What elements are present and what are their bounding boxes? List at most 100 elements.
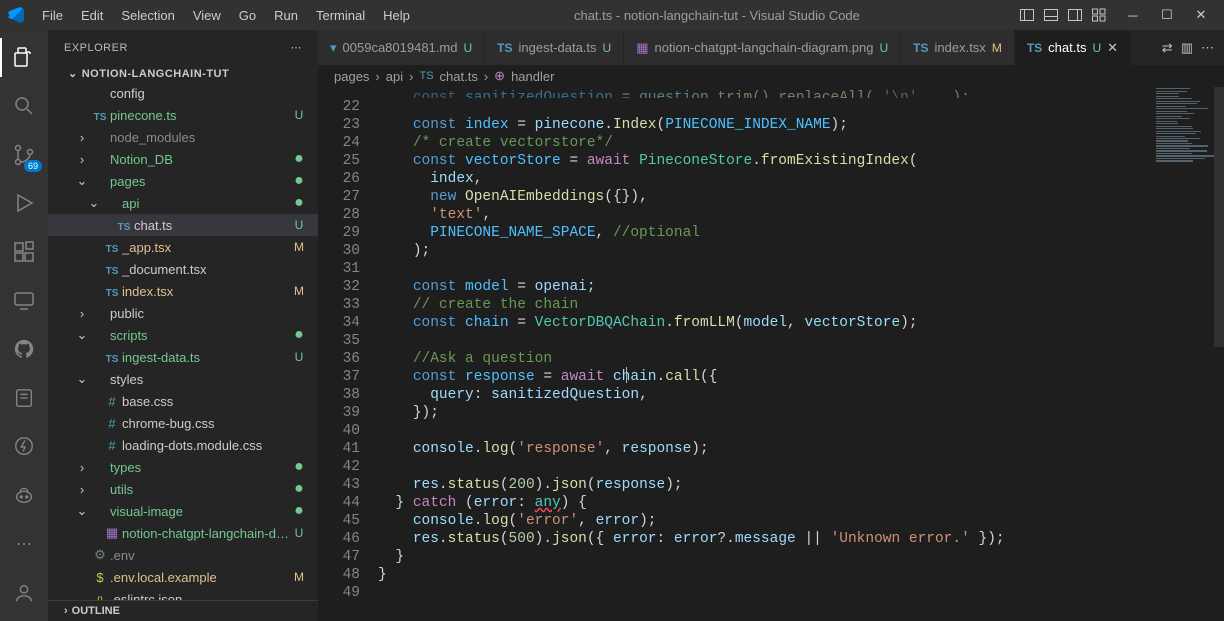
image-icon: ▦ xyxy=(636,40,648,56)
account-icon[interactable] xyxy=(0,573,48,613)
sidebar-title: EXPLORER xyxy=(64,42,128,54)
breadcrumb-part[interactable]: api xyxy=(386,69,403,84)
menu-item-run[interactable]: Run xyxy=(266,4,306,27)
tree-item-label: ingest-data.ts xyxy=(122,350,290,365)
git-status: U xyxy=(290,108,308,122)
close-button[interactable]: ✕ xyxy=(1186,3,1216,27)
ts-icon: TS xyxy=(419,70,433,82)
code-editor[interactable]: 2223242526272829303132333435363738394041… xyxy=(318,87,1224,621)
menu-item-view[interactable]: View xyxy=(185,4,229,27)
tree-item-label: _app.tsx xyxy=(122,240,290,255)
menu-item-selection[interactable]: Selection xyxy=(113,4,182,27)
explorer-icon[interactable] xyxy=(0,38,48,77)
tree-item-label: scripts xyxy=(110,328,290,343)
remote-explorer-icon[interactable] xyxy=(0,281,48,320)
breadcrumb[interactable]: pages › api › TS chat.ts › ⊕ handler xyxy=(318,65,1224,87)
sidebar-more-icon[interactable]: ⋯ xyxy=(291,41,303,54)
main-menu: FileEditSelectionViewGoRunTerminalHelp xyxy=(34,4,418,27)
source-control-icon[interactable]: 69 xyxy=(0,135,48,174)
breadcrumb-part[interactable]: chat.ts xyxy=(440,69,478,84)
tree-item-label: config xyxy=(110,86,290,101)
vertical-scrollbar[interactable] xyxy=(1214,87,1224,347)
tree-item[interactable]: ›types● xyxy=(48,456,318,478)
tree-item[interactable]: #base.css xyxy=(48,390,318,412)
tab-label: chat.ts xyxy=(1048,40,1086,55)
tree-item[interactable]: {}.eslintrc.json xyxy=(48,588,318,600)
run-debug-icon[interactable] xyxy=(0,184,48,223)
file-icon: ▦ xyxy=(102,525,122,541)
tree-item-label: .eslintrc.json xyxy=(110,592,290,601)
split-editor-icon[interactable]: ▥ xyxy=(1181,40,1193,56)
tree-item[interactable]: TSindex.tsxM xyxy=(48,280,318,302)
compare-icon[interactable]: ⇄ xyxy=(1162,40,1173,56)
editor-tab[interactable]: ▦notion-chatgpt-langchain-diagram.pngU xyxy=(624,30,901,65)
tree-item[interactable]: ⌄pages● xyxy=(48,170,318,192)
menu-item-terminal[interactable]: Terminal xyxy=(308,4,373,27)
maximize-button[interactable]: ☐ xyxy=(1152,3,1182,27)
editor-tab[interactable]: TSindex.tsxM xyxy=(901,30,1015,65)
toggle-primary-sidebar-icon[interactable] xyxy=(1016,5,1038,25)
breadcrumb-part[interactable]: pages xyxy=(334,69,369,84)
menu-item-help[interactable]: Help xyxy=(375,4,418,27)
git-status: U xyxy=(290,350,308,364)
github-icon[interactable] xyxy=(0,330,48,369)
tree-item[interactable]: TSchat.tsU xyxy=(48,214,318,236)
editor-tab[interactable]: TSingest-data.tsU xyxy=(485,30,624,65)
customize-layout-icon[interactable] xyxy=(1088,5,1110,25)
tree-item[interactable]: ›node_modules xyxy=(48,126,318,148)
breadcrumb-symbol[interactable]: handler xyxy=(511,69,554,84)
code-content[interactable]: const sanitizedQuestion = question.trim(… xyxy=(378,87,1224,621)
toggle-secondary-sidebar-icon[interactable] xyxy=(1064,5,1086,25)
menu-item-go[interactable]: Go xyxy=(231,4,264,27)
menu-item-file[interactable]: File xyxy=(34,4,71,27)
tree-item[interactable]: #loading-dots.module.css xyxy=(48,434,318,456)
more-icon[interactable]: ⋯ xyxy=(0,524,48,563)
line-gutter: 2223242526272829303132333435363738394041… xyxy=(318,87,378,621)
project-name: NOTION-LANGCHAIN-TUT xyxy=(82,68,229,80)
tree-item-label: node_modules xyxy=(110,130,290,145)
chevron-icon: › xyxy=(74,306,90,321)
thunder-icon[interactable] xyxy=(0,427,48,466)
tree-item[interactable]: ›utils● xyxy=(48,478,318,500)
tab-git-status: U xyxy=(603,41,612,55)
close-tab-icon[interactable]: ✕ xyxy=(1107,40,1118,56)
project-icon[interactable] xyxy=(0,378,48,417)
file-tree: configTSpinecone.tsU›node_modules›Notion… xyxy=(48,82,318,600)
tree-item[interactable]: $.env.local.exampleM xyxy=(48,566,318,588)
editor-tab[interactable]: TSchat.tsU✕ xyxy=(1015,30,1131,65)
tree-item[interactable]: TS_document.tsx xyxy=(48,258,318,280)
text-cursor xyxy=(626,367,627,383)
search-icon[interactable] xyxy=(0,87,48,126)
tree-item[interactable]: ▦notion-chatgpt-langchain-diagram....U xyxy=(48,522,318,544)
titlebar: FileEditSelectionViewGoRunTerminalHelp c… xyxy=(0,0,1224,30)
chevron-icon: › xyxy=(74,152,90,167)
menu-item-edit[interactable]: Edit xyxy=(73,4,111,27)
tree-item[interactable]: TSingest-data.tsU xyxy=(48,346,318,368)
copilot-icon[interactable] xyxy=(0,476,48,515)
extensions-icon[interactable] xyxy=(0,233,48,272)
ts-icon: TS xyxy=(1027,41,1042,55)
tree-item[interactable]: ⌄styles xyxy=(48,368,318,390)
tree-item[interactable]: ⚙.env xyxy=(48,544,318,566)
minimap[interactable] xyxy=(1152,87,1214,187)
tree-item[interactable]: config xyxy=(48,82,318,104)
activity-bar: 69 ⋯ xyxy=(0,30,48,621)
toggle-panel-icon[interactable] xyxy=(1040,5,1062,25)
tree-item[interactable]: ⌄scripts● xyxy=(48,324,318,346)
minimize-button[interactable]: ─ xyxy=(1118,3,1148,27)
tree-item[interactable]: ⌄visual-image● xyxy=(48,500,318,522)
tree-item[interactable]: #chrome-bug.css xyxy=(48,412,318,434)
tree-item[interactable]: ›public xyxy=(48,302,318,324)
chevron-icon: ⌄ xyxy=(86,195,102,211)
project-header[interactable]: ⌄ NOTION-LANGCHAIN-TUT xyxy=(48,65,318,82)
outline-header[interactable]: › OUTLINE xyxy=(48,600,318,621)
chevron-icon: › xyxy=(74,482,90,497)
tree-item[interactable]: ⌄api● xyxy=(48,192,318,214)
tree-item[interactable]: ›Notion_DB● xyxy=(48,148,318,170)
editor-tab[interactable]: ▾0059ca8019481.mdU xyxy=(318,30,485,65)
tree-item[interactable]: TS_app.tsxM xyxy=(48,236,318,258)
tree-item-label: loading-dots.module.css xyxy=(122,438,290,453)
git-status: ● xyxy=(290,330,308,340)
tree-item[interactable]: TSpinecone.tsU xyxy=(48,104,318,126)
more-actions-icon[interactable]: ⋯ xyxy=(1201,40,1214,56)
